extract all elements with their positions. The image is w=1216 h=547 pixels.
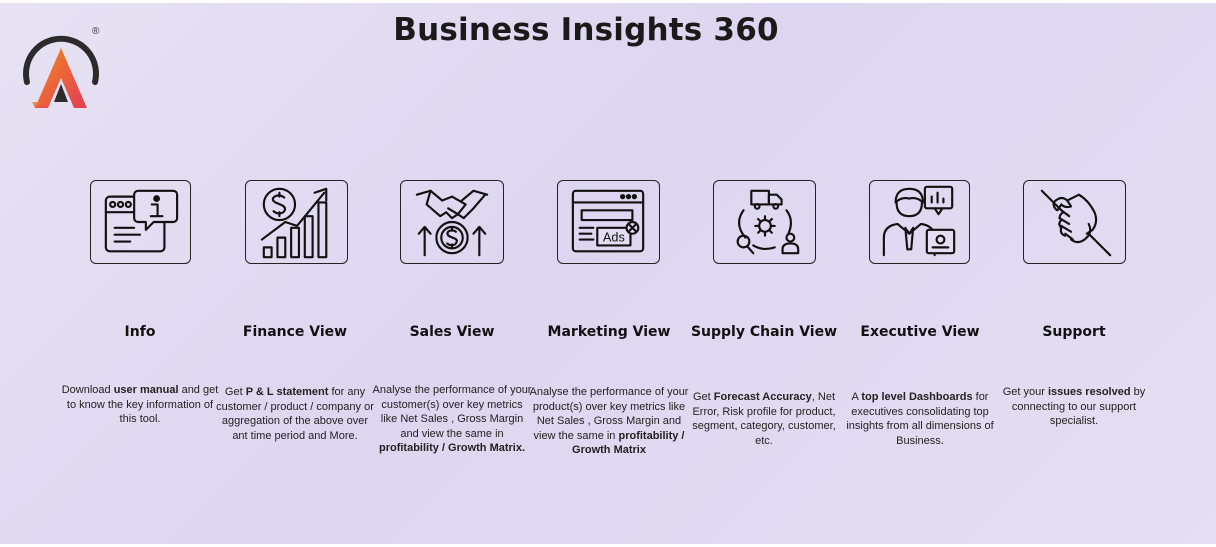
- desc-text: Get: [224, 386, 246, 398]
- info-icon: [104, 189, 179, 253]
- desc-text: A: [851, 391, 862, 403]
- desc-emphasis: issues resolved: [1048, 386, 1131, 398]
- desc-text: Get your: [1002, 386, 1048, 398]
- finance-growth-icon: [260, 187, 328, 259]
- card-desc-sales: Analyse the performance of your customer…: [372, 383, 532, 456]
- executive-view-nav-button[interactable]: [869, 180, 970, 264]
- card-title-marketing: Marketing View: [547, 324, 671, 340]
- card-desc-executive: A top level Dashboards for executives co…: [840, 390, 1000, 448]
- svg-text:Ads: Ads: [603, 231, 625, 245]
- card-title-finance: Finance View: [242, 324, 348, 340]
- card-desc-support: Get your issues resolved by connecting t…: [994, 385, 1154, 429]
- page-title: Business Insights 360: [393, 12, 779, 48]
- supply-chain-icon: [736, 189, 800, 255]
- card-title-sales: Sales View: [409, 324, 495, 340]
- card-desc-finance: Get P & L statement for any customer / p…: [215, 385, 375, 443]
- support-nav-button[interactable]: [1023, 180, 1126, 264]
- card-title-executive: Executive View: [860, 324, 980, 340]
- ads-icon: Ads: [571, 189, 645, 253]
- info-nav-button[interactable]: [90, 180, 191, 264]
- marketing-view-nav-button[interactable]: Ads: [557, 180, 660, 264]
- card-title-supply-chain: Supply Chain View: [690, 324, 838, 340]
- handshake-icon: [415, 189, 489, 257]
- support-hands-icon: [1040, 189, 1112, 257]
- card-title-info: Info: [124, 324, 156, 340]
- sales-view-nav-button[interactable]: [400, 180, 504, 264]
- top-border: [0, 0, 1216, 3]
- executive-icon: [882, 185, 956, 257]
- card-title-support: Support: [1042, 324, 1106, 340]
- supply-chain-view-nav-button[interactable]: [713, 180, 816, 264]
- desc-text: Download: [61, 384, 114, 396]
- card-desc-supply-chain: Get Forecast Accuracy, Net Error, Risk p…: [684, 390, 844, 448]
- desc-text: Analyse the performance of your customer…: [372, 384, 532, 440]
- desc-emphasis: top level Dashboards: [861, 391, 973, 403]
- desc-emphasis: Forecast Accuracy: [713, 391, 812, 403]
- card-desc-info: Download user manual and get to know the…: [60, 383, 220, 427]
- desc-emphasis: profitability / Growth Matrix.: [378, 442, 526, 454]
- desc-text: Get: [692, 391, 714, 403]
- desc-emphasis: user manual: [113, 384, 179, 396]
- card-desc-marketing: Analyse the performance of your product(…: [529, 385, 689, 458]
- desc-emphasis: P & L statement: [245, 386, 329, 398]
- finance-view-nav-button[interactable]: [245, 180, 348, 264]
